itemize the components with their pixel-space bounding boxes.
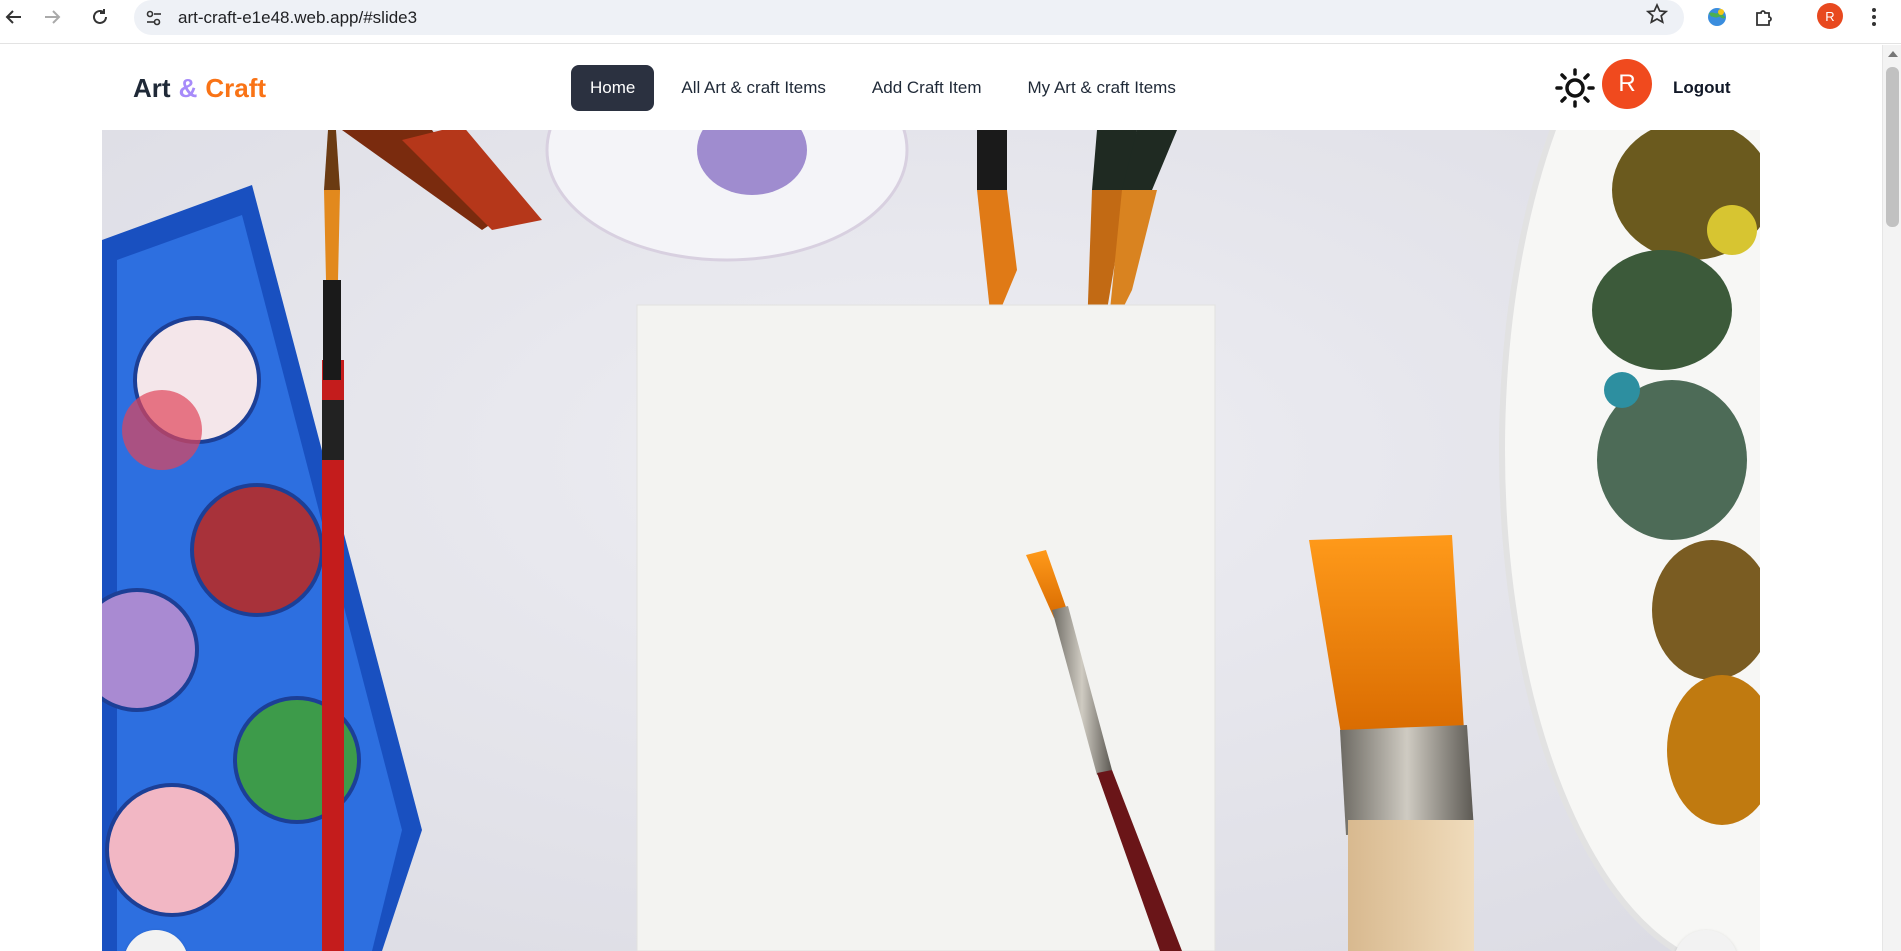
address-bar[interactable]: art-craft-e1e48.web.app/#slide3 <box>134 0 1684 35</box>
bookmark-star-icon[interactable] <box>1645 2 1669 32</box>
extensions-puzzle-icon[interactable] <box>1751 4 1777 30</box>
sun-icon[interactable] <box>1555 68 1595 108</box>
logo-art: Art <box>133 73 171 103</box>
page-scrollbar[interactable] <box>1882 45 1901 951</box>
browser-toolbar: art-craft-e1e48.web.app/#slide3 R <box>0 0 1901 44</box>
site-settings-icon[interactable] <box>142 6 166 30</box>
hero-carousel <box>102 130 1760 951</box>
nav-all-items[interactable]: All Art & craft Items <box>662 65 845 111</box>
nav-home[interactable]: Home <box>571 65 655 111</box>
menu-kebab-icon[interactable] <box>1868 3 1880 31</box>
scroll-up-arrow-icon[interactable] <box>1888 51 1898 57</box>
main-menu: Home All Art & craft Items Add Craft Ite… <box>571 65 1195 111</box>
user-avatar[interactable]: R <box>1602 59 1652 109</box>
logo-craft: Craft <box>205 73 267 103</box>
profile-avatar[interactable]: R <box>1817 3 1843 29</box>
back-arrow-icon[interactable] <box>0 3 28 31</box>
art-supplies-image <box>102 130 1760 951</box>
nav-my-items[interactable]: My Art & craft Items <box>1009 65 1195 111</box>
forward-arrow-icon[interactable] <box>38 3 66 31</box>
site-logo[interactable]: Art & Craft <box>133 73 266 104</box>
extension-globe-icon[interactable] <box>1704 4 1730 30</box>
logout-button[interactable]: Logout <box>1673 78 1731 98</box>
reload-icon[interactable] <box>86 3 114 31</box>
scrollbar-thumb[interactable] <box>1886 67 1899 227</box>
logo-ampersand: & <box>178 73 198 103</box>
url-text[interactable]: art-craft-e1e48.web.app/#slide3 <box>178 8 417 28</box>
site-navbar: Art & Craft Home All Art & craft Items Add… <box>0 45 1882 130</box>
nav-add-craft-item[interactable]: Add Craft Item <box>853 65 1001 111</box>
